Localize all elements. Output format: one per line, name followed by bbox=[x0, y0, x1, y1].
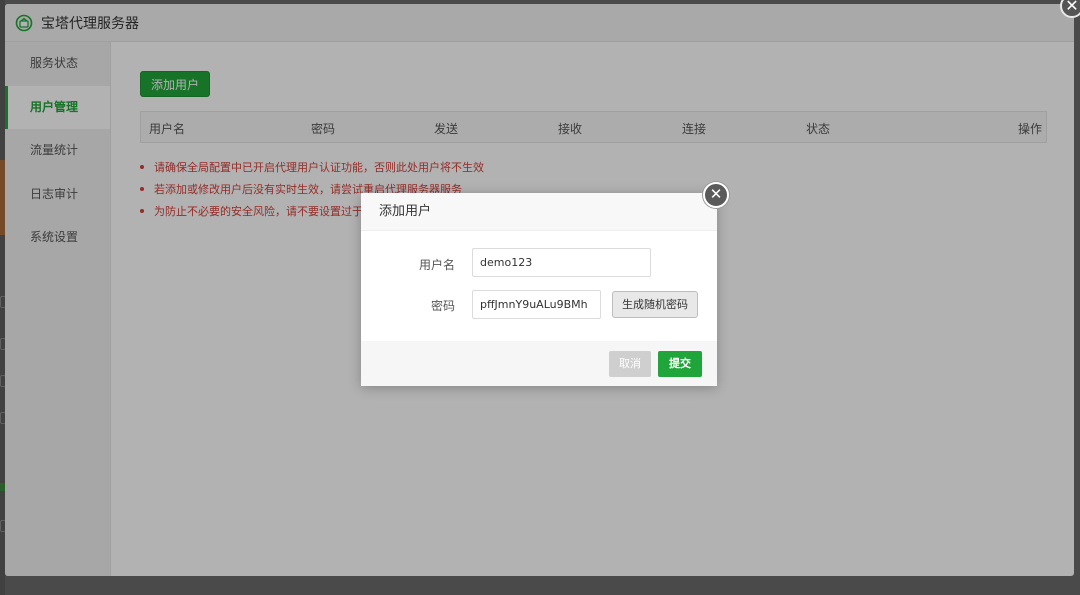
cancel-button[interactable]: 取消 bbox=[609, 351, 651, 377]
submit-button[interactable]: 提交 bbox=[658, 351, 702, 377]
password-input[interactable] bbox=[472, 290, 601, 319]
generate-password-button[interactable]: 生成随机密码 bbox=[612, 291, 698, 318]
username-input[interactable] bbox=[472, 248, 651, 277]
password-label: 密码 bbox=[430, 299, 455, 313]
username-label: 用户名 bbox=[418, 258, 455, 272]
dialog-title: 添加用户 bbox=[361, 193, 717, 231]
close-icon[interactable]: ✕ bbox=[703, 182, 729, 208]
dialog-footer: 取消 提交 bbox=[361, 341, 717, 386]
add-user-dialog: 添加用户 ✕ 用户名 密码 生成随机密码 取消 提交 bbox=[361, 182, 729, 386]
dialog-body: 用户名 密码 生成随机密码 bbox=[361, 231, 717, 341]
